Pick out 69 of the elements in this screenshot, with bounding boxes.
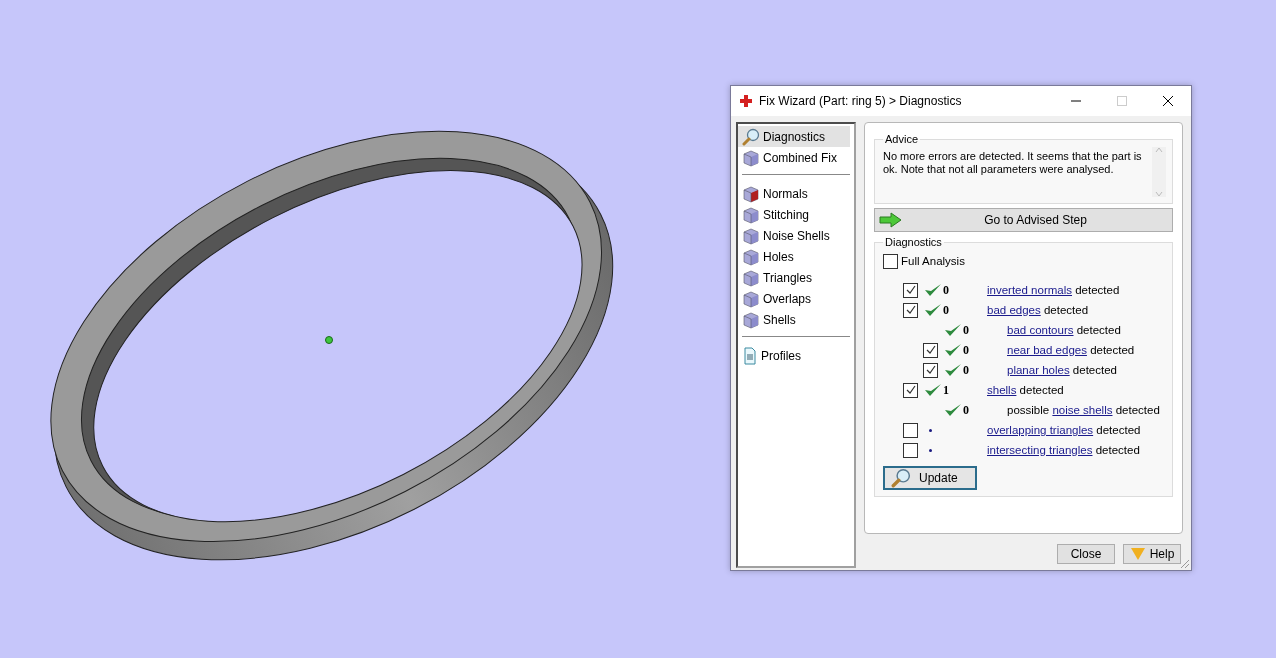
advised-step-button[interactable]: Go to Advised Step (874, 208, 1173, 232)
diagnostic-text: bad edges detected (987, 304, 1089, 316)
count: 0 (963, 342, 970, 358)
count: 0 (943, 282, 950, 298)
close-icon (1162, 95, 1174, 107)
cube-icon (742, 310, 760, 329)
checkbox[interactable] (903, 282, 918, 298)
window-title: Fix Wizard (Part: ring 5) > Diagnostics (759, 94, 963, 108)
sidebar-item[interactable]: Stitching (738, 204, 850, 225)
resize-grip-icon[interactable] (1180, 559, 1190, 569)
cube-icon (742, 205, 760, 224)
triangle-icon (1129, 547, 1146, 561)
arrow-icon (879, 212, 903, 228)
diagnostic-text: overlapping triangles detected (987, 424, 1141, 436)
diagnostic-link[interactable]: inverted normals (987, 284, 1072, 296)
diagnostic-text: possible noise shells detected (1007, 404, 1160, 416)
diagnostic-link[interactable]: planar holes (1007, 364, 1070, 376)
diagnostic-link[interactable]: bad edges (987, 304, 1041, 316)
count: 0 (963, 402, 970, 418)
diagnostic-text: intersecting triangles detected (987, 444, 1140, 456)
diagnostic-text: inverted normals detected (987, 284, 1120, 296)
sidebar-item[interactable]: Holes (738, 246, 850, 267)
diagnostic-link[interactable]: bad contours (1007, 324, 1074, 336)
cube-icon (742, 184, 760, 203)
magnifier-icon (742, 127, 760, 146)
diagnostic-link[interactable]: noise shells (1052, 404, 1113, 416)
magnifier-icon (891, 468, 911, 488)
cube-icon (742, 148, 760, 167)
diagnostic-text: planar holes detected (1007, 364, 1117, 376)
count: 0 (963, 322, 970, 338)
count: 0 (963, 362, 970, 378)
diagnostic-text: bad contours detected (1007, 324, 1121, 336)
checkbox[interactable] (923, 362, 938, 378)
sidebar-item[interactable]: Normals (738, 183, 850, 204)
cube-icon (742, 247, 760, 266)
sidebar-item[interactable]: Overlaps (738, 288, 850, 309)
cross-logo-icon (739, 94, 753, 108)
checkbox[interactable] (903, 382, 918, 398)
update-button[interactable]: Update (883, 466, 977, 490)
sidebar-item[interactable]: Noise Shells (738, 225, 850, 246)
checkbox[interactable] (903, 422, 918, 438)
diagnostic-link[interactable]: intersecting triangles (987, 444, 1093, 456)
diagnostic-text: shells detected (987, 384, 1064, 396)
close-dialog-button[interactable]: Close (1057, 544, 1115, 564)
checkbox[interactable] (903, 302, 918, 318)
count: 1 (943, 382, 950, 398)
maximize-icon (1117, 96, 1127, 106)
sidebar-item[interactable]: Shells (738, 309, 850, 330)
help-button[interactable]: Help (1123, 544, 1181, 564)
sidebar-item[interactable]: Diagnostics (738, 126, 850, 147)
advice-text: No more errors are detected. It seems that the part is ok. Note that not all parameters were analysed. (883, 149, 1143, 177)
diagnostic-link[interactable]: near bad edges (1007, 344, 1087, 356)
diagnostic-text: near bad edges detected (1007, 344, 1135, 356)
document-icon (742, 346, 758, 365)
full-analysis-checkbox[interactable]: Full Analysis (883, 250, 1166, 272)
group-title: Diagnostics (884, 236, 943, 248)
checkbox[interactable] (903, 442, 918, 458)
count: 0 (943, 302, 950, 318)
cube-icon (742, 289, 760, 308)
sidebar-item[interactable]: Triangles (738, 267, 850, 288)
diagnostic-link[interactable]: shells (987, 384, 1017, 396)
checkbox[interactable] (923, 342, 938, 358)
center-point-icon (325, 336, 333, 344)
group-title: Advice (884, 133, 920, 145)
cube-icon (742, 268, 760, 287)
cube-icon (742, 226, 760, 245)
sidebar-item[interactable]: Profiles (738, 345, 850, 366)
sidebar-item[interactable]: Combined Fix (738, 147, 850, 168)
diagnostic-link[interactable]: overlapping triangles (987, 424, 1094, 436)
